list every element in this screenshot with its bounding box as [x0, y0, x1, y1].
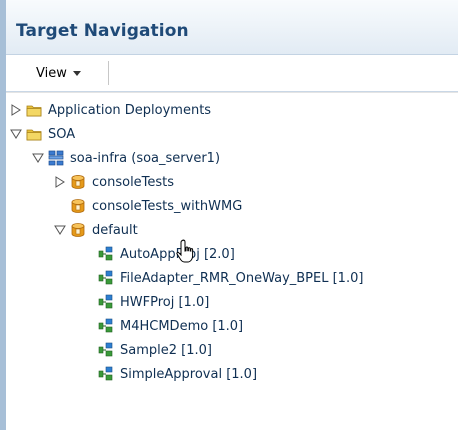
tree-node-label: HWFProj [1.0] — [120, 294, 210, 310]
soa-infra-icon — [48, 150, 64, 166]
folder-icon — [26, 102, 42, 118]
tree-node-composite[interactable]: FileAdapter_RMR_OneWay_BPEL [1.0] — [98, 267, 363, 289]
hand-pointer-cursor-icon — [176, 238, 200, 266]
tree-node-label: consoleTests — [92, 174, 175, 190]
collapse-triangle-icon[interactable] — [54, 224, 66, 236]
tree-node-composite[interactable]: SimpleApproval [1.0] — [98, 363, 257, 385]
collapse-triangle-icon[interactable] — [10, 128, 22, 140]
collapse-triangle-icon[interactable] — [32, 152, 44, 164]
composite-icon — [98, 366, 114, 382]
folder-icon — [26, 126, 42, 142]
tree-node-label: consoleTests_withWMG — [92, 198, 243, 214]
panel-header: Target Navigation — [6, 0, 458, 55]
tree-node-composite[interactable]: AutoAppProj [2.0] — [98, 243, 235, 265]
toolbar-separator — [108, 61, 109, 85]
tree-node-label: SOA — [48, 126, 76, 142]
chevron-down-icon — [72, 71, 81, 76]
tree-node-soa-infra[interactable]: soa-infra (soa_server1) — [32, 147, 220, 169]
tree-node-composite[interactable]: HWFProj [1.0] — [98, 291, 209, 313]
partition-icon — [70, 222, 86, 238]
view-menu[interactable]: View — [36, 66, 81, 81]
composite-icon — [98, 246, 114, 262]
tree-node-label: SimpleApproval [1.0] — [120, 366, 258, 382]
expand-triangle-icon[interactable] — [54, 176, 66, 188]
tree-node-composite[interactable]: Sample2 [1.0] — [98, 339, 212, 361]
tree-node-label: soa-infra (soa_server1) — [70, 150, 221, 166]
tree-node-label: Application Deployments — [48, 102, 212, 118]
view-menu-label: View — [36, 66, 67, 81]
expand-triangle-icon[interactable] — [10, 104, 22, 116]
tree-toolbar: View — [6, 55, 458, 92]
composite-icon — [98, 318, 114, 334]
tree-node-soa[interactable]: SOA — [10, 123, 75, 145]
tree-node-label: M4HCMDemo [1.0] — [120, 318, 244, 334]
tree-node-consoletests-withwmg[interactable]: consoleTests_withWMG — [70, 195, 242, 217]
partition-icon — [70, 198, 86, 214]
composite-icon — [98, 294, 114, 310]
partition-icon — [70, 174, 86, 190]
tree-node-default[interactable]: default — [54, 219, 138, 241]
tree-node-consoletests[interactable]: consoleTests — [54, 171, 174, 193]
target-navigation-tree: Application Deployments SOA soa-infra (s… — [6, 92, 458, 431]
tree-node-application-deployments[interactable]: Application Deployments — [10, 99, 211, 121]
panel-title: Target Navigation — [16, 21, 189, 41]
tree-node-label: FileAdapter_RMR_OneWay_BPEL [1.0] — [120, 270, 364, 286]
tree-node-label: default — [92, 222, 138, 238]
composite-icon — [98, 342, 114, 358]
composite-icon — [98, 270, 114, 286]
tree-node-label: Sample2 [1.0] — [120, 342, 212, 358]
tree-node-composite[interactable]: M4HCMDemo [1.0] — [98, 315, 243, 337]
